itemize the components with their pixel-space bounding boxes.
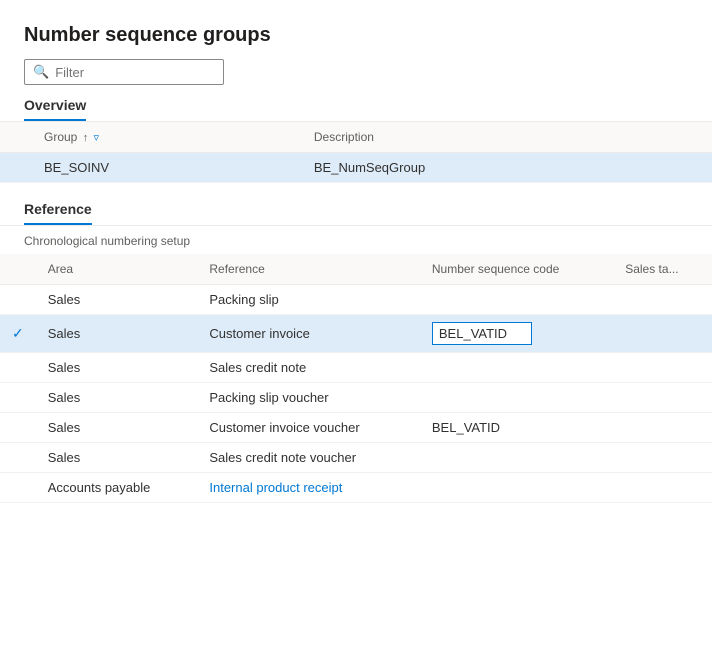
row-check	[0, 413, 36, 443]
overview-tab[interactable]: Overview	[0, 97, 712, 122]
ref-numseq-header: Number sequence code	[420, 254, 613, 285]
area-cell: Sales	[36, 383, 198, 413]
main-page: Number sequence groups 🔍 Overview Group …	[0, 0, 712, 660]
area-cell: Sales	[36, 315, 198, 353]
salestax-cell	[613, 315, 712, 353]
overview-table: Group ↑ ▿ Description BE_SOINV BE_NumSeq…	[0, 122, 712, 183]
table-row[interactable]: Sales Packing slip voucher	[0, 383, 712, 413]
reference-tbody: Sales Packing slip ✓ Sales Customer invo…	[0, 285, 712, 503]
numseq-cell	[420, 473, 613, 503]
overview-tbody: BE_SOINV BE_NumSeqGroup	[0, 153, 712, 183]
salestax-cell	[613, 383, 712, 413]
table-row[interactable]: Sales Sales credit note voucher	[0, 443, 712, 473]
table-row[interactable]: Sales Packing slip	[0, 285, 712, 315]
salestax-cell	[613, 443, 712, 473]
reference-cell: Customer invoice	[197, 315, 420, 353]
search-icon: 🔍	[33, 64, 49, 80]
salestax-cell	[613, 353, 712, 383]
row-check	[0, 473, 36, 503]
area-cell: Accounts payable	[36, 473, 198, 503]
filter-col-icon[interactable]: ▿	[94, 131, 100, 144]
overview-thead: Group ↑ ▿ Description	[0, 122, 712, 153]
ref-salestax-header: Sales ta...	[613, 254, 712, 285]
area-cell: Sales	[36, 413, 198, 443]
reference-section: Reference Chronological numbering setup …	[0, 201, 712, 503]
salestax-cell	[613, 413, 712, 443]
chronological-label: Chronological numbering setup	[0, 226, 712, 254]
reference-cell: Sales credit note voucher	[197, 443, 420, 473]
row-check: ✓	[0, 315, 36, 353]
reference-table-wrap: Area Reference Number sequence code Sale…	[0, 254, 712, 503]
numseq-cell	[420, 285, 613, 315]
overview-table-wrap: Group ↑ ▿ Description BE_SOINV BE_NumSeq…	[0, 122, 712, 183]
reference-tab-label[interactable]: Reference	[24, 201, 92, 225]
reference-cell: Customer invoice voucher	[197, 413, 420, 443]
numseq-cell	[420, 353, 613, 383]
reference-cell: Packing slip	[197, 285, 420, 315]
filter-wrap: 🔍	[0, 59, 712, 97]
overview-group-header[interactable]: Group ↑ ▿	[32, 122, 302, 153]
row-check	[0, 383, 36, 413]
area-cell: Sales	[36, 443, 198, 473]
reference-header-row: Area Reference Number sequence code Sale…	[0, 254, 712, 285]
table-row[interactable]: Sales Sales credit note	[0, 353, 712, 383]
reference-table: Area Reference Number sequence code Sale…	[0, 254, 712, 503]
filter-input[interactable]	[55, 65, 215, 80]
reference-cell: Sales credit note	[197, 353, 420, 383]
internal-product-receipt-link[interactable]: Internal product receipt	[209, 480, 342, 495]
overview-check-col	[0, 122, 32, 153]
table-row[interactable]: Accounts payable Internal product receip…	[0, 473, 712, 503]
area-cell: Sales	[36, 285, 198, 315]
salestax-cell	[613, 473, 712, 503]
ref-check-col	[0, 254, 36, 285]
overview-desc-header: Description	[302, 122, 712, 153]
overview-header-row: Group ↑ ▿ Description	[0, 122, 712, 153]
filter-input-box[interactable]: 🔍	[24, 59, 224, 85]
table-row[interactable]: Sales Customer invoice voucher BEL_VATID	[0, 413, 712, 443]
sort-up-icon: ↑	[83, 132, 89, 144]
row-check	[0, 285, 36, 315]
salestax-cell	[613, 285, 712, 315]
reference-tab[interactable]: Reference	[0, 201, 712, 226]
numseq-input[interactable]	[432, 322, 532, 345]
page-title: Number sequence groups	[0, 24, 712, 59]
row-check	[0, 153, 32, 183]
numseq-cell: BEL_VATID	[420, 413, 613, 443]
row-check	[0, 353, 36, 383]
group-cell: BE_SOINV	[32, 153, 302, 183]
numseq-cell	[420, 383, 613, 413]
table-row[interactable]: BE_SOINV BE_NumSeqGroup	[0, 153, 712, 183]
checkmark-icon: ✓	[12, 325, 24, 341]
ref-area-header: Area	[36, 254, 198, 285]
reference-cell: Packing slip voucher	[197, 383, 420, 413]
numseq-cell-editing[interactable]	[420, 315, 613, 353]
reference-thead: Area Reference Number sequence code Sale…	[0, 254, 712, 285]
ref-reference-header: Reference	[197, 254, 420, 285]
area-cell: Sales	[36, 353, 198, 383]
table-row[interactable]: ✓ Sales Customer invoice	[0, 315, 712, 353]
numseq-cell	[420, 443, 613, 473]
description-cell: BE_NumSeqGroup	[302, 153, 712, 183]
row-check	[0, 443, 36, 473]
reference-cell[interactable]: Internal product receipt	[197, 473, 420, 503]
overview-tab-label[interactable]: Overview	[24, 97, 86, 121]
